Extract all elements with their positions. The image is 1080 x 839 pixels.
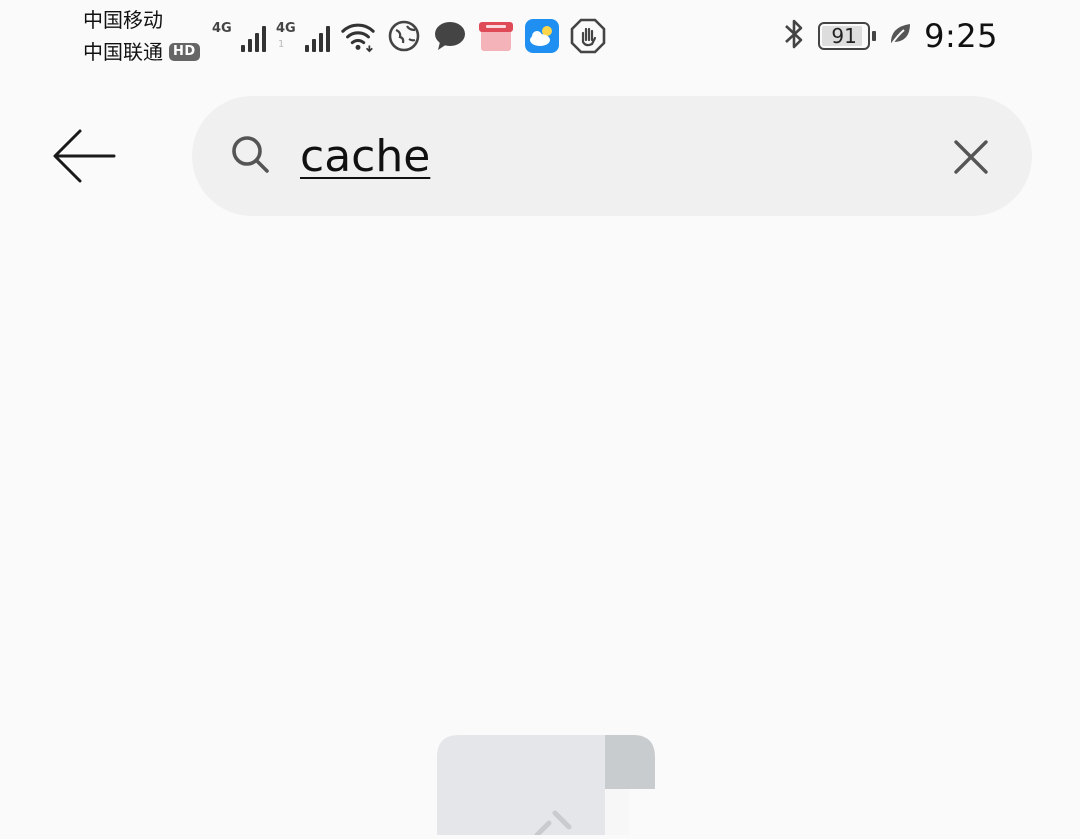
signal-icon-2: 4G 1 — [276, 20, 330, 54]
signal-icon: 4G — [212, 20, 266, 54]
clock: 9:25 — [924, 17, 998, 55]
network-type-1: 4G — [212, 21, 232, 36]
search-bar[interactable] — [192, 96, 1032, 216]
battery-icon: 91 — [818, 22, 877, 50]
hd-badge: HD — [169, 43, 200, 61]
back-button[interactable] — [50, 126, 120, 188]
document-illustration-icon — [437, 735, 655, 838]
arrow-left-icon — [53, 129, 116, 183]
weather-icon — [524, 18, 560, 54]
network-type-2: 4G — [276, 21, 296, 36]
empty-result-illustration — [437, 735, 657, 838]
stop-hand-icon — [570, 18, 606, 54]
browser-icon — [386, 18, 422, 54]
leaf-icon — [888, 21, 912, 51]
notification-icons: 4G 4G 1 — [212, 14, 606, 54]
app-box-icon — [478, 18, 514, 54]
search-icon — [232, 136, 269, 173]
clear-button[interactable] — [950, 136, 992, 178]
carrier-2: 中国联通 HD — [83, 41, 200, 63]
bluetooth-icon — [782, 16, 806, 56]
search-input[interactable] — [300, 124, 900, 188]
wifi-icon — [340, 18, 376, 54]
carrier-1-label: 中国移动 — [83, 8, 163, 32]
close-icon — [954, 140, 988, 174]
system-status: 91 9:25 — [782, 16, 998, 56]
carrier-2-label: 中国联通 — [83, 40, 163, 64]
battery-level: 91 — [831, 24, 857, 48]
network-2-sub: 1 — [278, 39, 285, 50]
message-icon — [432, 18, 468, 54]
